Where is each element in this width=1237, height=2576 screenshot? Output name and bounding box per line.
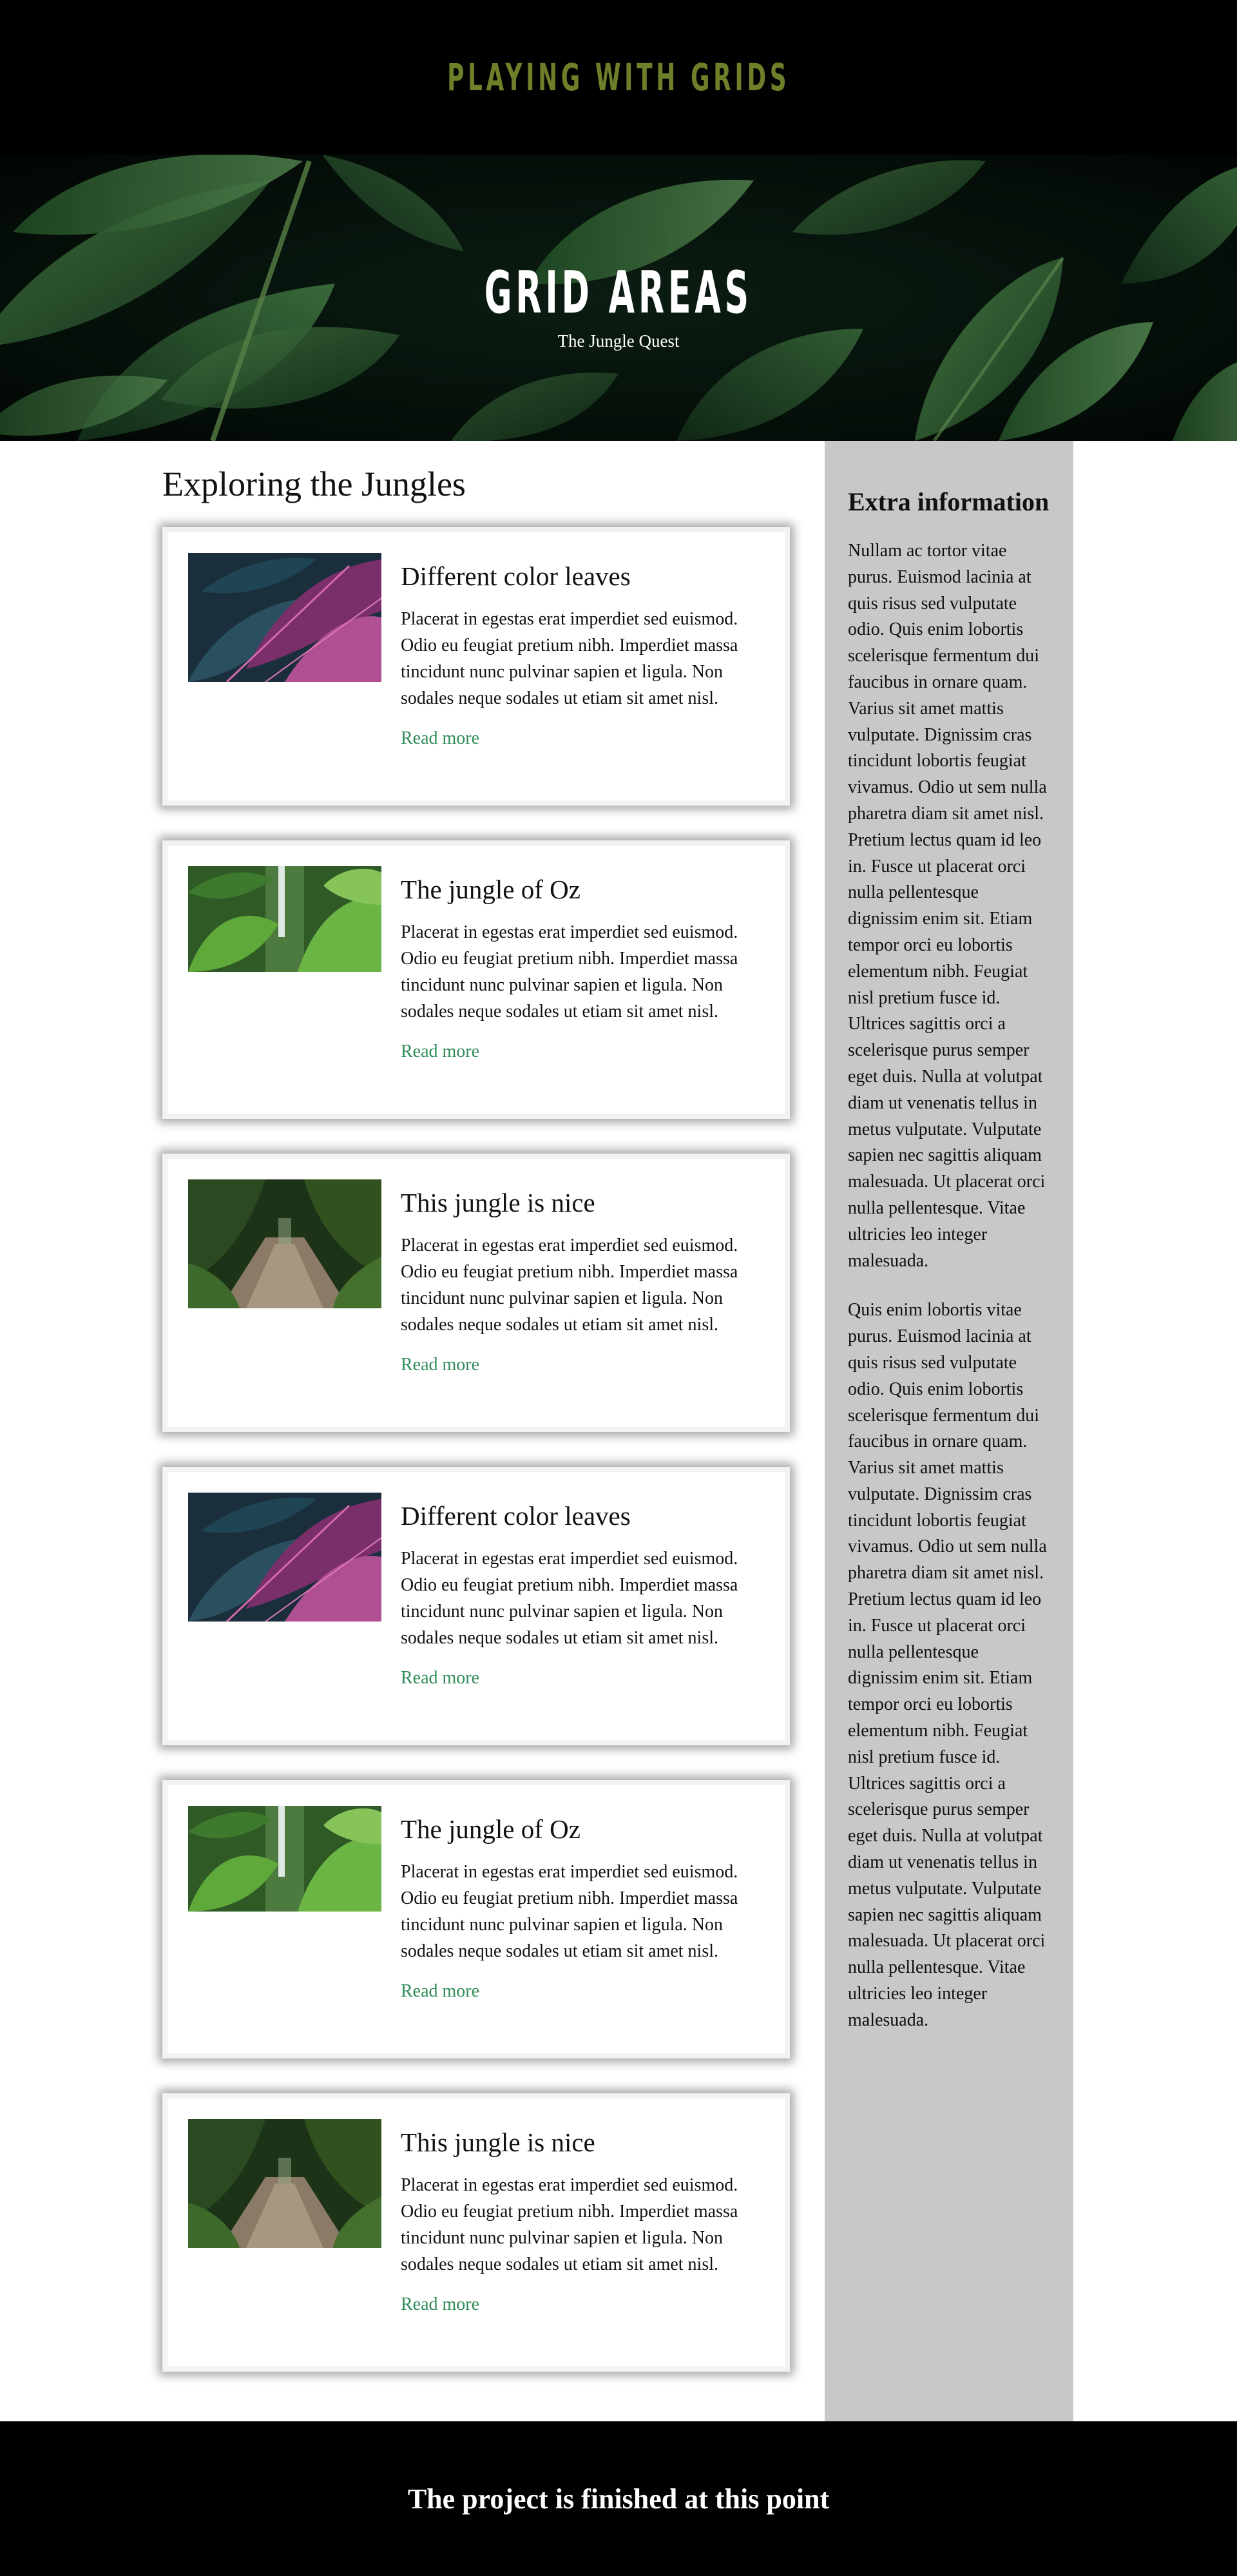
section-title: Exploring the Jungles bbox=[162, 465, 466, 503]
hero-title: GRID AREAS bbox=[484, 259, 753, 327]
card-title: This jungle is nice bbox=[401, 2127, 595, 2157]
article-card: The jungle of Oz Placerat in egestas era… bbox=[162, 1780, 790, 2058]
purple-leaves-image bbox=[188, 553, 381, 682]
waterfall-jungle-image bbox=[188, 1806, 381, 1912]
site-footer: The project is finished at this point bbox=[0, 2421, 1237, 2576]
read-more-link[interactable]: Read more bbox=[401, 728, 479, 749]
site-title: PLAYING WITH GRIDS bbox=[446, 55, 791, 99]
card-text: Placerat in egestas erat imperdiet sed e… bbox=[401, 1549, 738, 1648]
card-text: Placerat in egestas erat imperdiet sed e… bbox=[401, 1235, 738, 1335]
site-header: PLAYING WITH GRIDS bbox=[0, 0, 1237, 155]
sidebar: Extra information Nullam ac tortor vitae… bbox=[825, 441, 1073, 2421]
purple-leaves-image bbox=[188, 1493, 381, 1622]
hero-text: GRID AREAS The Jungle Quest bbox=[0, 264, 1237, 351]
card-text: Placerat in egestas erat imperdiet sed e… bbox=[401, 922, 738, 1022]
hero-subtitle: The Jungle Quest bbox=[557, 331, 680, 351]
read-more-link[interactable]: Read more bbox=[401, 1981, 479, 2002]
sidebar-paragraph: Quis enim lobortis vitae purus. Euismod … bbox=[848, 1300, 1047, 2030]
card-text: Placerat in egestas erat imperdiet sed e… bbox=[401, 609, 738, 708]
card-title: The jungle of Oz bbox=[401, 1814, 580, 1844]
card-title: This jungle is nice bbox=[401, 1188, 595, 1217]
sidebar-title: Extra information bbox=[848, 487, 1050, 516]
card-title: Different color leaves bbox=[401, 1501, 631, 1531]
jungle-path-image bbox=[188, 1179, 381, 1308]
read-more-link[interactable]: Read more bbox=[401, 1668, 479, 1689]
main-area: Exploring the Jungles Different color le… bbox=[0, 441, 1237, 2421]
card-title: The jungle of Oz bbox=[401, 875, 580, 904]
card-text: Placerat in egestas erat imperdiet sed e… bbox=[401, 1862, 738, 1961]
waterfall-jungle-image bbox=[188, 866, 381, 972]
card-text: Placerat in egestas erat imperdiet sed e… bbox=[401, 2175, 738, 2274]
article-card: The jungle of Oz Placerat in egestas era… bbox=[162, 840, 790, 1119]
read-more-link[interactable]: Read more bbox=[401, 2294, 479, 2315]
article-card: This jungle is nice Placerat in egestas … bbox=[162, 1154, 790, 1432]
sidebar-paragraph: Nullam ac tortor vitae purus. Euismod la… bbox=[848, 541, 1047, 1271]
read-more-link[interactable]: Read more bbox=[401, 1355, 479, 1375]
footer-text: The project is finished at this point bbox=[407, 2483, 830, 2515]
article-card: Different color leaves Placerat in egest… bbox=[162, 1467, 790, 1745]
hero-banner: GRID AREAS The Jungle Quest bbox=[0, 155, 1237, 441]
card-title: Different color leaves bbox=[401, 561, 631, 591]
read-more-link[interactable]: Read more bbox=[401, 1041, 479, 1062]
article-card: This jungle is nice Placerat in egestas … bbox=[162, 2093, 790, 2372]
article-card: Different color leaves Placerat in egest… bbox=[162, 527, 790, 806]
jungle-path-image bbox=[188, 2119, 381, 2248]
